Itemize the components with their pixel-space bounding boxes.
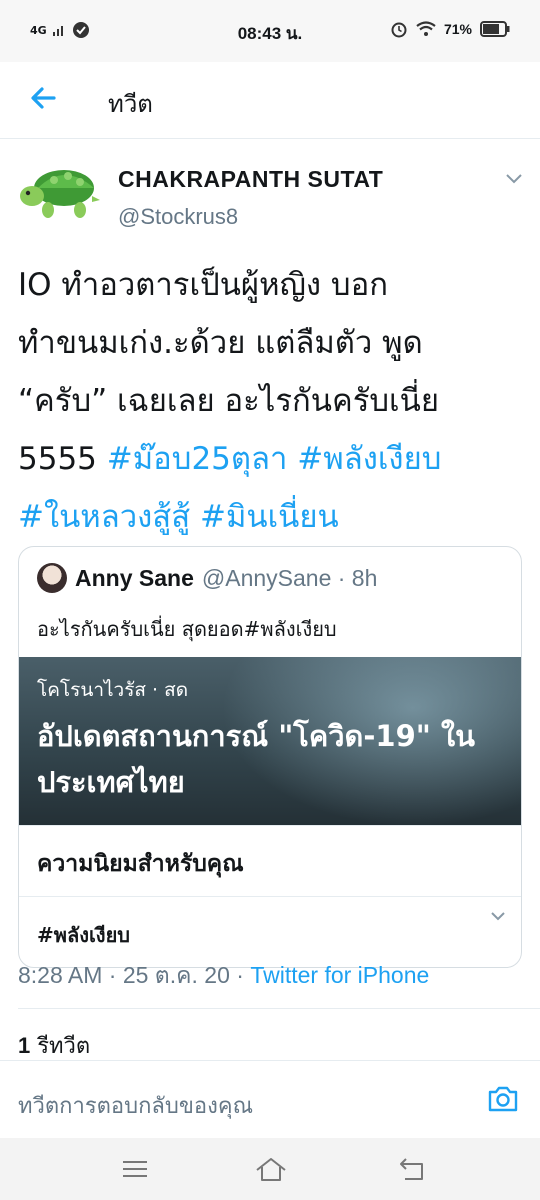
tweet-text-prefix: 5555 [18, 441, 107, 477]
news-category: โคโรนาไวรัส · สด [37, 679, 189, 701]
hashtag-link[interactable]: #พลังเงียบ [297, 441, 441, 477]
reply-input[interactable]: ทวีตการตอบกลับของคุณ [18, 1088, 253, 1123]
turtle-avatar[interactable] [18, 162, 100, 224]
camera-icon[interactable] [486, 1082, 520, 1116]
divider [0, 1060, 540, 1061]
tweet-source-link[interactable]: Twitter for iPhone [250, 962, 429, 988]
retweet-number: 1 [18, 1033, 31, 1058]
home-icon[interactable] [254, 1154, 288, 1184]
tweet-text: IO ทำอวตารเป็นผู้หญิง บอก ทำขนมเก่ง.ะด้ว… [18, 256, 528, 546]
tweet-meta: 8:28 AM · 25 ต.ค. 20 · Twitter for iPhon… [18, 958, 429, 994]
hashtag-link[interactable]: #มินเนี่ยน [200, 499, 339, 535]
tweet-timestamp: 8:28 AM · 25 ต.ค. 20 · [18, 962, 251, 988]
trend-item[interactable]: #พลังเงียบ [37, 919, 130, 951]
quoted-author-handle: @AnnySane · 8h [201, 564, 378, 591]
news-banner[interactable]: โคโรนาไวรัส · สด อัปเดตสถานการณ์ "โควิด-… [19, 657, 521, 825]
quoted-tweet-text: อะไรกันครับเนี่ย สุดยอด#พลังเงียบ [37, 617, 337, 641]
quoted-tweet-card[interactable]: Anny Sane @AnnySane · 8h อะไรกันครับเนี่… [18, 546, 522, 968]
tweet-line: “ครับ” เฉยเลย อะไรกันครับเนี่ย [18, 383, 440, 419]
system-nav-bar [0, 1138, 540, 1200]
alarm-icon [391, 22, 407, 38]
author-handle[interactable]: @Stockrus8 [118, 204, 238, 230]
battery-icon [480, 21, 510, 37]
tweet-line: IO ทำอวตารเป็นผู้หญิง บอก [18, 267, 388, 303]
tweet-line: ทำขนมเก่ง.ะด้วย แต่ลืมตัว พูด [18, 325, 423, 361]
divider [18, 1008, 540, 1009]
retweet-label: รีทวีต [30, 1034, 91, 1059]
author-name[interactable]: CHAKRAPANTH SUTAT [118, 166, 383, 193]
back-nav-icon[interactable] [398, 1154, 428, 1184]
battery-percent: 71% [443, 21, 472, 37]
retweet-count[interactable]: 1 รีทวีต [18, 1028, 90, 1063]
arrow-left-icon[interactable] [26, 80, 62, 116]
tweet-line: 5555 #ม๊อบ25ตุลา #พลังเงียบ [18, 430, 528, 488]
menu-icon[interactable] [120, 1154, 150, 1184]
news-title: อัปเดตสถานการณ์ "โควิด-19" ในประเทศไทย [37, 719, 475, 799]
status-right: 71% [390, 20, 510, 38]
wifi-icon [416, 21, 436, 36]
status-bar: 4G 08:43 น. 71% [0, 0, 540, 62]
for-you-section: ความนิยมสำหรับคุณ [19, 825, 521, 897]
chevron-down-icon[interactable] [489, 907, 507, 925]
quoted-author-name: Anny Sane [75, 564, 194, 591]
section-title: ความนิยมสำหรับคุณ [37, 851, 244, 877]
avatar [37, 563, 67, 593]
quoted-tweet-header: Anny Sane @AnnySane · 8h [37, 563, 377, 593]
top-app-bar: ทวีต [0, 62, 540, 139]
chevron-down-icon[interactable] [504, 168, 524, 188]
hashtag-link[interactable]: #ม๊อบ25ตุลา [107, 441, 288, 477]
hashtag-link[interactable]: #ในหลวงสู้สู้ [18, 499, 190, 535]
tweet-line: #ในหลวงสู้สู้ #มินเนี่ยน [18, 488, 528, 546]
page-title: ทวีต [108, 90, 153, 118]
